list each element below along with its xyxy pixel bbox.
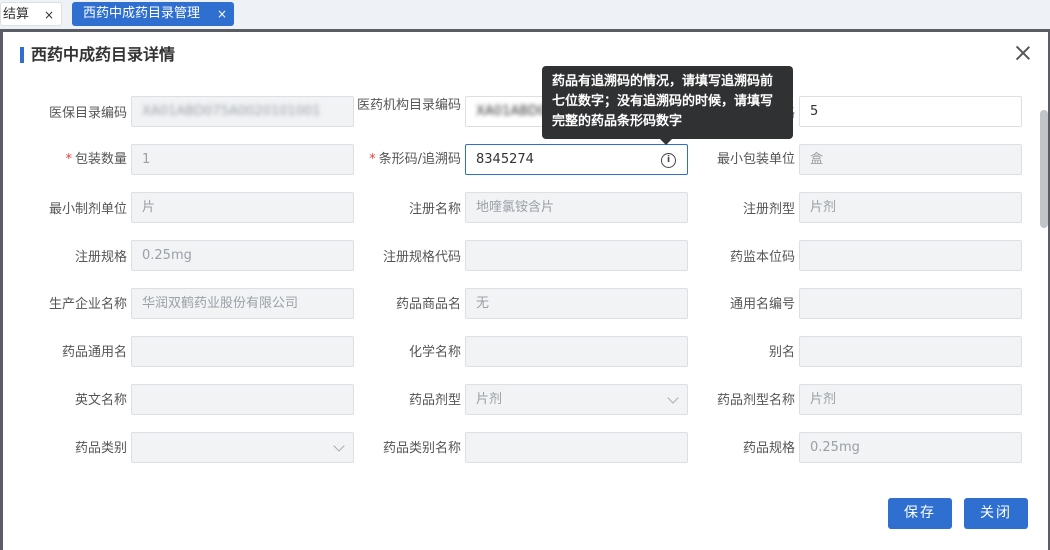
reg-spec-code-label: 注册规格代码: [382, 250, 461, 265]
close-button[interactable]: 关闭: [964, 498, 1028, 529]
title-accent-bar: [20, 47, 24, 63]
tab-drug-catalog[interactable]: 西药中成药目录管理 ×: [72, 2, 234, 26]
scrollbar[interactable]: [1040, 110, 1048, 228]
med-code-value: XA01ABD075A0020101001: [142, 104, 321, 119]
dosage-form-label: 药品剂型: [408, 393, 461, 408]
min-prep-unit-label: 最小制剂单位: [48, 202, 127, 217]
tab-bar: 结算 × 西药中成药目录管理 ×: [0, 0, 1050, 29]
dosage-form-select[interactable]: 片剂: [465, 384, 688, 415]
eng-name-field[interactable]: [131, 384, 354, 415]
pack-qty-label: * 包装数量: [23, 152, 127, 168]
chem-name-label: 化学名称: [408, 345, 461, 360]
reg-form-field[interactable]: 片剂: [799, 192, 1022, 223]
trade-name-label: 药品商品名: [395, 297, 461, 312]
reg-spec-field[interactable]: 0.25mg: [131, 240, 354, 271]
alias-field[interactable]: [799, 336, 1022, 367]
nmpa-code-field[interactable]: [799, 240, 1022, 271]
reg-name-field[interactable]: 地喹氯铵含片: [465, 192, 688, 223]
manufacturer-label: 生产企业名称: [48, 297, 127, 312]
dosage-form-name-label: 药品剂型名称: [716, 393, 795, 408]
generic-no-label: 通用名编号: [729, 297, 795, 312]
info-icon[interactable]: i: [661, 153, 676, 168]
med-code-label: 医保目录编码: [48, 106, 127, 121]
dosage-form-name-field[interactable]: 片剂: [799, 384, 1022, 415]
price-field[interactable]: 5: [799, 96, 1022, 127]
drug-spec-label: 药品规格: [742, 441, 795, 456]
close-icon[interactable]: ×: [44, 3, 54, 27]
trade-name-field[interactable]: 无: [465, 288, 688, 319]
reg-spec-label: 注册规格: [74, 250, 127, 265]
min-pack-unit-field[interactable]: 盒: [799, 144, 1022, 175]
barcode-label-text: 条形码/追溯码: [378, 152, 461, 167]
chem-name-field[interactable]: [465, 336, 688, 367]
chevron-down-icon: [667, 392, 679, 404]
alias-label: 别名: [768, 345, 795, 360]
required-mark: *: [65, 152, 72, 167]
barcode-label: * 条形码/追溯码: [351, 152, 461, 168]
reg-spec-code-field[interactable]: [465, 240, 688, 271]
eng-name-label: 英文名称: [74, 393, 127, 408]
nmpa-code-label: 药监本位码: [729, 250, 795, 265]
generic-no-field[interactable]: [799, 288, 1022, 319]
reg-form-label: 注册剂型: [742, 202, 795, 217]
tab-settlement[interactable]: 结算 ×: [0, 2, 62, 26]
pack-qty-label-text: 包装数量: [74, 152, 127, 167]
generic-name-label: 药品通用名: [61, 345, 127, 360]
tooltip-text: 药品有追溯码的情况，请填写追溯码前七位数字；没有追溯码的时候，请填写完整的药品条…: [552, 74, 774, 129]
pack-qty-field[interactable]: 1: [131, 144, 354, 175]
dosage-form-value: 片剂: [476, 392, 503, 407]
detail-dialog: 西药中成药目录详情 医保目录编码 XA01ABD075A0020101001 医…: [3, 32, 1048, 550]
generic-name-field[interactable]: [131, 336, 354, 367]
manufacturer-field[interactable]: 华润双鹤药业股份有限公司: [131, 288, 354, 319]
category-label: 药品类别: [74, 441, 127, 456]
inst-code-label: 医药机构目录编码: [356, 98, 461, 113]
close-icon[interactable]: [1014, 44, 1032, 62]
dialog-title-text: 西药中成药目录详情: [31, 45, 176, 64]
drug-spec-field[interactable]: 0.25mg: [799, 432, 1022, 463]
tab-label: 西药中成药目录管理: [83, 6, 201, 21]
category-name-field[interactable]: [465, 432, 688, 463]
tab-label: 结算: [3, 7, 30, 22]
min-pack-unit-label: 最小包装单位: [716, 152, 795, 167]
save-button[interactable]: 保存: [888, 498, 952, 529]
required-mark: *: [369, 152, 376, 167]
barcode-value: 8345274: [476, 152, 534, 167]
barcode-input[interactable]: 8345274 i: [465, 144, 688, 175]
tooltip: 药品有追溯码的情况，请填写追溯码前七位数字；没有追溯码的时候，请填写完整的药品条…: [542, 66, 793, 145]
med-code-field[interactable]: XA01ABD075A0020101001: [131, 96, 354, 127]
tooltip-arrow: [660, 139, 672, 145]
close-icon[interactable]: ×: [217, 2, 227, 26]
category-name-label: 药品类别名称: [382, 441, 461, 456]
category-select[interactable]: [131, 432, 354, 463]
chevron-down-icon: [333, 440, 345, 452]
min-prep-unit-field[interactable]: 片: [131, 192, 354, 223]
reg-name-label: 注册名称: [408, 202, 461, 217]
